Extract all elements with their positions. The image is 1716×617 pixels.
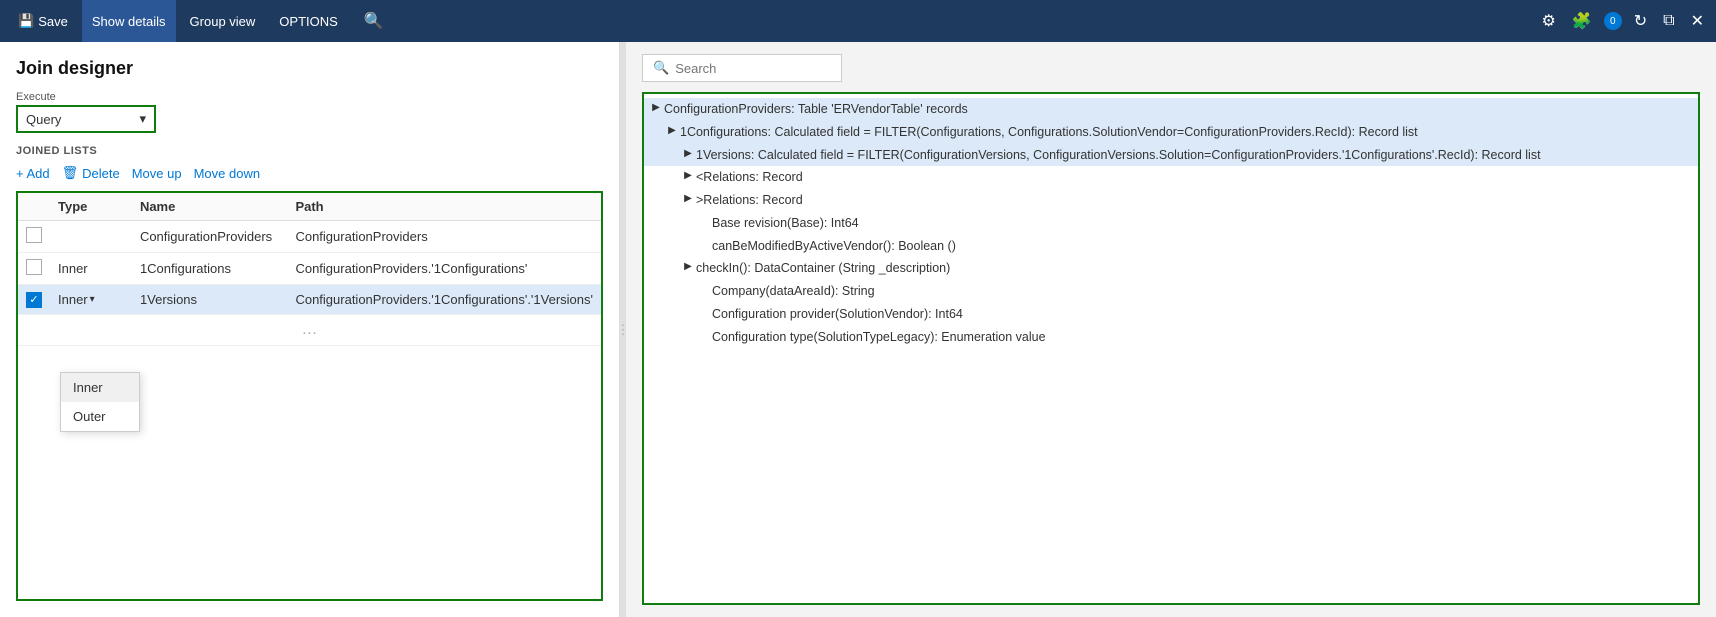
tree-item-label: Configuration provider(SolutionVendor): …	[712, 305, 1698, 324]
chevron-down-icon: ▾	[90, 294, 95, 305]
tree-item[interactable]: Base revision(Base): Int64	[644, 212, 1698, 235]
execute-value: Query	[26, 112, 61, 127]
tree-item-label: canBeModifiedByActiveVendor(): Boolean (…	[712, 237, 1698, 256]
tree-item[interactable]: ▶ >Relations: Record	[644, 189, 1698, 212]
table-row[interactable]: ConfigurationProviders ConfigurationProv…	[18, 221, 601, 253]
execute-dropdown[interactable]: Query ▾	[16, 105, 156, 133]
tree-expand-arrow[interactable]: ▶	[680, 191, 696, 206]
execute-label: Execute	[16, 91, 603, 103]
search-box[interactable]: 🔍	[642, 54, 842, 82]
row-checkbox[interactable]: ✓	[26, 292, 42, 308]
options-button[interactable]: OPTIONS	[269, 0, 348, 42]
tree-item-label: ConfigurationProviders: Table 'ERVendorT…	[664, 100, 1698, 119]
move-down-button[interactable]: Move down	[194, 164, 260, 183]
col-check	[18, 193, 50, 221]
ellipsis: …	[18, 314, 601, 345]
row-type	[50, 221, 132, 253]
delete-button[interactable]: 🗑 Delete	[62, 163, 120, 183]
row-type: Inner ▾	[50, 285, 132, 315]
tree-item-label: Base revision(Base): Int64	[712, 214, 1698, 233]
tree-expand-arrow[interactable]: ▶	[648, 100, 664, 115]
tree-item-label: Configuration type(SolutionTypeLegacy): …	[712, 328, 1698, 347]
extension-icon-btn[interactable]: 🧩	[1568, 7, 1596, 35]
tree-expand-arrow[interactable]: ▶	[680, 146, 696, 161]
row-path: ConfigurationProviders	[287, 221, 601, 253]
joined-lists-label: JOINED LISTS	[16, 145, 603, 157]
tree-item[interactable]: ▶ 1Configurations: Calculated field = FI…	[644, 121, 1698, 144]
row-name: 1Configurations	[132, 253, 288, 285]
dropdown-item-inner[interactable]: Inner	[61, 373, 139, 402]
tree-item[interactable]: ▶ ConfigurationProviders: Table 'ERVendo…	[644, 98, 1698, 121]
tree-expand-arrow[interactable]: ▶	[664, 123, 680, 138]
row-name: 1Versions	[132, 285, 288, 315]
row-path: ConfigurationProviders.'1Configurations'…	[287, 285, 601, 315]
tree-item[interactable]: Configuration provider(SolutionVendor): …	[644, 303, 1698, 326]
topbar: 💾 Save Show details Group view OPTIONS 🔍…	[0, 0, 1716, 42]
col-name: Name	[132, 193, 288, 221]
chevron-down-icon: ▾	[139, 111, 146, 127]
move-up-button[interactable]: Move up	[132, 164, 182, 183]
save-button[interactable]: 💾 Save	[8, 0, 78, 42]
joined-lists-table: Type Name Path ConfigurationProviders Co…	[18, 193, 601, 346]
row-checkbox[interactable]	[26, 227, 42, 243]
tree-expand-arrow[interactable]: ▶	[680, 259, 696, 274]
restore-icon-btn[interactable]: ⧉	[1659, 8, 1678, 34]
tree-item[interactable]: ▶ 1Versions: Calculated field = FILTER(C…	[644, 144, 1698, 167]
refresh-icon-btn[interactable]: ↻	[1630, 7, 1651, 35]
tree-item-label: Company(dataAreaId): String	[712, 282, 1698, 301]
table-row[interactable]: Inner 1Configurations ConfigurationProvi…	[18, 253, 601, 285]
right-panel: 🔍 ▶ ConfigurationProviders: Table 'ERVen…	[626, 42, 1716, 617]
table-row[interactable]: ✓ Inner ▾ 1Versions ConfigurationProvide…	[18, 285, 601, 315]
row-type: Inner	[50, 253, 132, 285]
tree-item-label: 1Configurations: Calculated field = FILT…	[680, 123, 1698, 142]
tree-item-label: checkIn(): DataContainer (String _descri…	[696, 259, 1698, 278]
save-icon: 💾	[18, 13, 34, 29]
tree-item-label: 1Versions: Calculated field = FILTER(Con…	[696, 146, 1698, 165]
row-checkbox[interactable]	[26, 259, 42, 275]
col-type: Type	[50, 193, 132, 221]
toolbar: + Add 🗑 Delete Move up Move down	[16, 163, 603, 183]
topbar-right-area: ⚙ 🧩 0 ↻ ⧉ ✕	[1537, 7, 1708, 35]
execute-section: Execute Query ▾	[16, 91, 603, 133]
tree-item-label: <Relations: Record	[696, 168, 1698, 187]
search-icon: 🔍	[653, 60, 669, 76]
row-path: ConfigurationProviders.'1Configurations'	[287, 253, 601, 285]
group-view-button[interactable]: Group view	[180, 0, 266, 42]
notification-badge: 0	[1604, 12, 1622, 30]
tree-item[interactable]: Company(dataAreaId): String	[644, 280, 1698, 303]
tree-item[interactable]: Configuration type(SolutionTypeLegacy): …	[644, 326, 1698, 349]
tree-item[interactable]: ▶ checkIn(): DataContainer (String _desc…	[644, 257, 1698, 280]
tree-item-label: >Relations: Record	[696, 191, 1698, 210]
topbar-search-button[interactable]: 🔍	[356, 7, 392, 35]
tree-item[interactable]: canBeModifiedByActiveVendor(): Boolean (…	[644, 235, 1698, 258]
main-content: Join designer Execute Query ▾ JOINED LIS…	[0, 42, 1716, 617]
delete-icon: 🗑	[62, 165, 79, 181]
close-icon-btn[interactable]: ✕	[1687, 7, 1708, 35]
type-dropdown-popup: Inner Outer	[60, 372, 140, 432]
tree-expand-arrow[interactable]: ▶	[680, 168, 696, 183]
col-path: Path	[287, 193, 601, 221]
search-input[interactable]	[675, 61, 831, 76]
dropdown-item-outer[interactable]: Outer	[61, 402, 139, 431]
left-panel: Join designer Execute Query ▾ JOINED LIS…	[0, 42, 620, 617]
show-details-button[interactable]: Show details	[82, 0, 176, 42]
page-title: Join designer	[16, 58, 603, 79]
add-button[interactable]: + Add	[16, 164, 50, 183]
settings-icon-btn[interactable]: ⚙	[1537, 7, 1559, 35]
row-name: ConfigurationProviders	[132, 221, 288, 253]
data-source-tree: ▶ ConfigurationProviders: Table 'ERVendo…	[642, 92, 1700, 605]
table-ellipsis-row: …	[18, 314, 601, 345]
tree-item[interactable]: ▶ <Relations: Record	[644, 166, 1698, 189]
